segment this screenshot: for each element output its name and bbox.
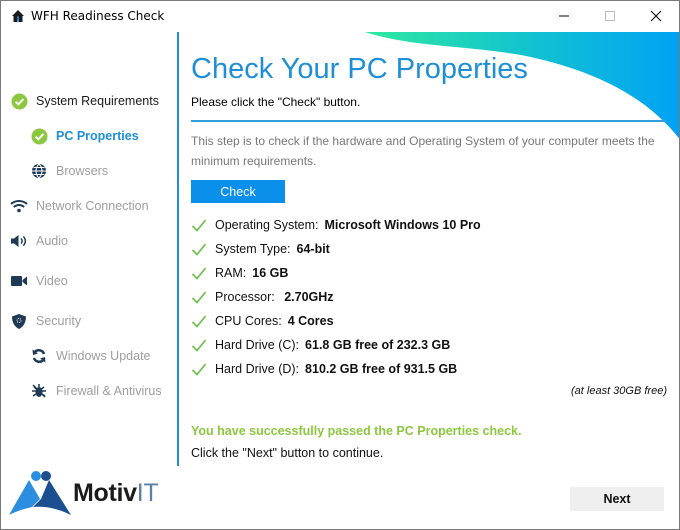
step-description: This step is to check if the hardware an… bbox=[191, 134, 655, 168]
logo-mark-icon bbox=[9, 471, 71, 515]
logo-brand-main: Motiv bbox=[73, 479, 137, 507]
title-bar: WFH Readiness Check bbox=[1, 1, 679, 31]
result-value: Microsoft Windows 10 Pro bbox=[324, 218, 481, 232]
checkmark-icon bbox=[191, 291, 207, 304]
bug-icon bbox=[30, 382, 48, 400]
motivit-logo: MotivIT bbox=[9, 469, 169, 517]
sidebar-item-label: Video bbox=[36, 274, 68, 288]
sidebar-item-system-requirements[interactable]: System Requirements bbox=[10, 92, 159, 110]
result-system-type: System Type: 64-bit bbox=[191, 237, 667, 261]
sidebar-item-label: Firewall & Antivirus bbox=[56, 384, 162, 398]
sidebar-item-firewall-antivirus[interactable]: Firewall & Antivirus bbox=[30, 382, 162, 400]
checkmark-icon bbox=[191, 243, 207, 256]
sidebar-item-windows-update[interactable]: Windows Update bbox=[30, 347, 151, 365]
result-value: 64-bit bbox=[296, 242, 330, 256]
checkmark-icon bbox=[191, 363, 207, 376]
checkmark-icon bbox=[191, 339, 207, 352]
sidebar-divider bbox=[177, 32, 179, 466]
checkmark-icon bbox=[191, 219, 207, 232]
close-button[interactable] bbox=[633, 1, 679, 31]
disk-requirement-note: (at least 30GB free) bbox=[571, 385, 667, 397]
header-wave-decoration bbox=[365, 32, 679, 139]
house-icon bbox=[12, 10, 24, 22]
close-icon bbox=[650, 10, 662, 22]
result-value: 2.70GHz bbox=[280, 290, 334, 304]
sidebar-item-label: Security bbox=[36, 314, 82, 328]
wifi-icon bbox=[10, 197, 28, 215]
sidebar-item-browsers[interactable]: Browsers bbox=[30, 162, 108, 180]
result-label: CPU Cores: bbox=[215, 314, 282, 328]
result-cpu-cores: CPU Cores: 4 Cores bbox=[191, 309, 667, 333]
sidebar-item-video[interactable]: Video bbox=[10, 272, 68, 290]
maximize-button[interactable] bbox=[587, 1, 633, 31]
result-hard-drive-c: Hard Drive (C): 61.8 GB free of 232.3 GB bbox=[191, 333, 667, 357]
result-value: 16 GB bbox=[252, 266, 289, 280]
app-window: WFH Readiness Check System Requirements bbox=[0, 0, 680, 530]
result-label: Hard Drive (C): bbox=[215, 338, 300, 352]
sidebar-item-audio[interactable]: Audio bbox=[10, 232, 68, 250]
sidebar-item-label: Audio bbox=[36, 234, 68, 248]
minimize-button[interactable] bbox=[541, 1, 587, 31]
continue-message: Click the "Next" button to continue. bbox=[191, 446, 384, 460]
checkmark-icon bbox=[191, 315, 207, 328]
result-value: 4 Cores bbox=[287, 314, 334, 328]
sidebar-item-label: System Requirements bbox=[36, 94, 159, 108]
speaker-icon bbox=[10, 232, 28, 250]
result-hard-drive-d: Hard Drive (D): 810.2 GB free of 931.5 G… bbox=[191, 357, 667, 381]
sidebar-item-security[interactable]: Security bbox=[10, 312, 81, 330]
result-label: Hard Drive (D): bbox=[215, 362, 300, 376]
result-ram: RAM: 16 GB bbox=[191, 261, 667, 285]
result-operating-system: Operating System: Microsoft Windows 10 P… bbox=[191, 213, 667, 237]
next-button[interactable]: Next bbox=[570, 487, 664, 511]
results-list: Operating System: Microsoft Windows 10 P… bbox=[191, 213, 667, 381]
logo-wordmark: MotivIT bbox=[73, 479, 159, 508]
globe-icon bbox=[30, 162, 48, 180]
result-label: RAM: bbox=[215, 266, 247, 280]
sidebar-item-label: PC Properties bbox=[56, 129, 139, 143]
video-camera-icon bbox=[10, 272, 28, 290]
window-title: WFH Readiness Check bbox=[31, 9, 165, 23]
result-processor: Processor: 2.70GHz bbox=[191, 285, 667, 309]
result-label: Operating System: bbox=[215, 218, 319, 232]
sidebar-item-network-connection[interactable]: Network Connection bbox=[10, 197, 149, 215]
check-circle-icon bbox=[30, 127, 48, 145]
maximize-icon bbox=[605, 11, 615, 21]
header-divider bbox=[191, 120, 666, 122]
shield-icon bbox=[10, 312, 28, 330]
check-circle-icon bbox=[10, 92, 28, 110]
minimize-icon bbox=[559, 15, 569, 17]
sidebar-nav: System Requirements PC Properties Browse… bbox=[1, 31, 177, 461]
page-title: Check Your PC Properties bbox=[191, 53, 528, 85]
result-label: System Type: bbox=[215, 242, 291, 256]
sidebar-item-pc-properties[interactable]: PC Properties bbox=[30, 127, 139, 145]
checkmark-icon bbox=[191, 267, 207, 280]
sidebar-item-label: Windows Update bbox=[56, 349, 151, 363]
result-label: Processor: bbox=[215, 290, 275, 304]
check-button[interactable]: Check bbox=[191, 180, 285, 203]
sidebar-item-label: Network Connection bbox=[36, 199, 149, 213]
result-value: 810.2 GB free of 931.5 GB bbox=[305, 362, 458, 376]
refresh-icon bbox=[30, 347, 48, 365]
result-value: 61.8 GB free of 232.3 GB bbox=[305, 338, 451, 352]
success-message: You have successfully passed the PC Prop… bbox=[191, 424, 522, 438]
sidebar-item-label: Browsers bbox=[56, 164, 109, 178]
instruction-text: Please click the "Check" button. bbox=[191, 95, 361, 109]
logo-brand-suffix: IT bbox=[136, 479, 159, 507]
